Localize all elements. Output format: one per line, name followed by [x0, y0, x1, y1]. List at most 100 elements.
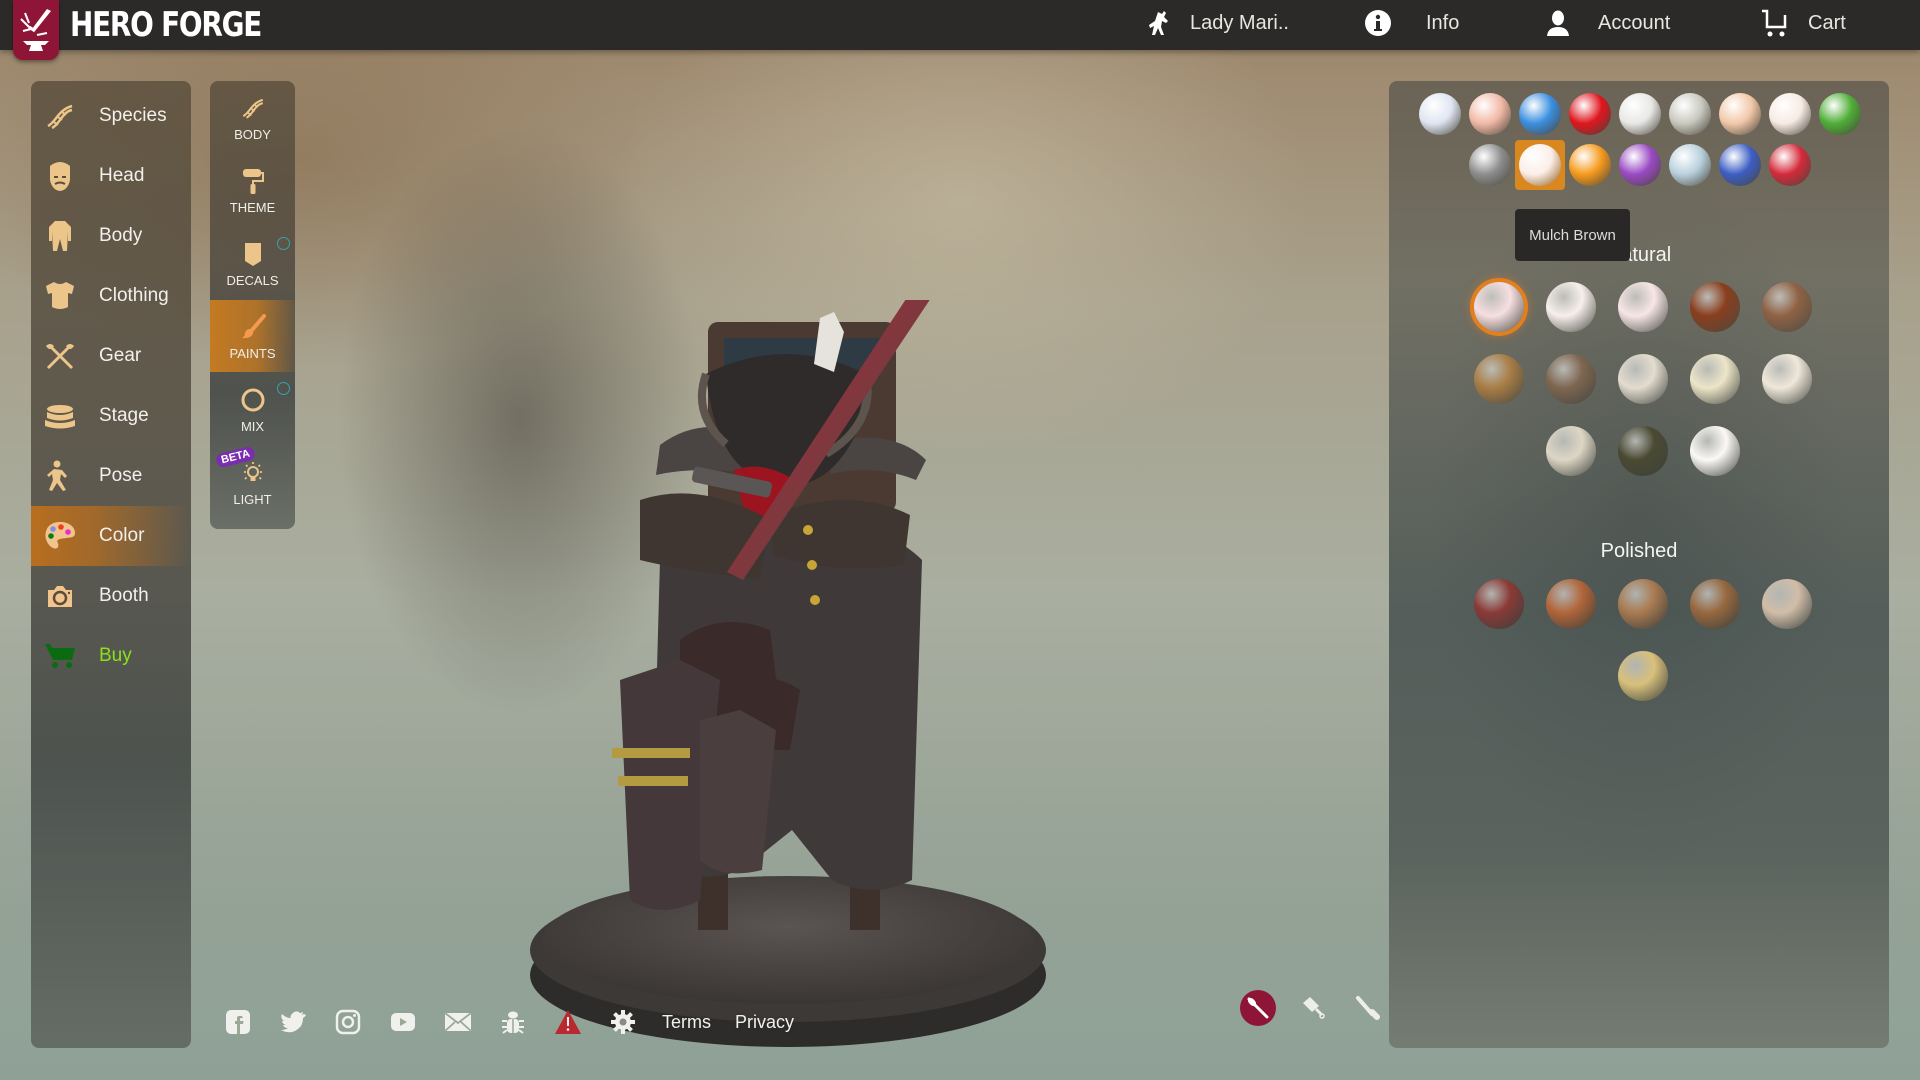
sub-item-label: DECALS: [226, 272, 279, 288]
menu-item-label: Buy: [99, 645, 132, 666]
camera-icon: [42, 578, 78, 614]
potions-icon: [1769, 144, 1811, 186]
paintbrush-tool-button[interactable]: [1240, 990, 1276, 1026]
swatch-tooltip: Mulch Brown: [1515, 209, 1630, 261]
paint-category-potions[interactable]: [1765, 140, 1815, 190]
twitter-icon[interactable]: [277, 1006, 309, 1038]
nav-cart[interactable]: Cart: [1760, 0, 1846, 46]
fabric-icon: [1419, 93, 1461, 135]
sub-item-label: LIGHT: [233, 491, 272, 507]
paint-swatch[interactable]: [1618, 579, 1668, 629]
hair-icon: [1769, 93, 1811, 135]
hero-figure-icon: [1146, 8, 1176, 38]
paint-category-dice[interactable]: [1565, 89, 1615, 139]
sub-item-paints[interactable]: PAINTS: [210, 300, 295, 372]
mail-icon[interactable]: [442, 1006, 474, 1038]
paint-swatch[interactable]: [1690, 579, 1740, 629]
paint-swatch[interactable]: [1690, 282, 1740, 332]
top-bar: HERO FORGE Lady Mari.. Info Account Cart: [0, 0, 1920, 60]
account-icon: [1544, 9, 1572, 37]
menu-item-label: Head: [99, 165, 145, 186]
paint-category-metal-silver[interactable]: [1615, 89, 1665, 139]
menu-item-label: Stage: [99, 405, 149, 426]
stone-icon: [1469, 144, 1511, 186]
paint-category-skin[interactable]: [1465, 89, 1515, 139]
menu-item-booth[interactable]: Booth: [31, 566, 191, 626]
pose-icon: [42, 458, 78, 494]
instagram-icon[interactable]: [332, 1006, 364, 1038]
menu-item-buy[interactable]: Buy: [31, 626, 191, 686]
paint-category-eye[interactable]: [1715, 140, 1765, 190]
sub-item-body[interactable]: BODY: [210, 81, 295, 153]
bug-icon[interactable]: [497, 1006, 529, 1038]
skin-icon: [1469, 93, 1511, 135]
eyedropper-tool-button[interactable]: [1350, 990, 1386, 1026]
mix-indicator-icon: [277, 382, 290, 395]
paint-category-bone[interactable]: [1665, 89, 1715, 139]
hero-forge-logo[interactable]: [13, 0, 59, 60]
menu-item-pose[interactable]: Pose: [31, 446, 191, 506]
paint-category-hair[interactable]: [1765, 89, 1815, 139]
paint-swatch[interactable]: [1618, 651, 1668, 701]
paint-swatch[interactable]: [1618, 426, 1668, 476]
miniature-viewport[interactable]: [520, 270, 1080, 1060]
terms-link[interactable]: Terms: [662, 1012, 711, 1033]
facebook-icon[interactable]: [222, 1006, 254, 1038]
nav-hero-name[interactable]: Lady Mari..: [1146, 0, 1289, 46]
sub-item-light[interactable]: LIGHT BETA: [210, 445, 295, 518]
paint-swatch[interactable]: [1546, 579, 1596, 629]
decals-indicator-icon: [277, 237, 290, 250]
paint-category-hair-selected[interactable]: [1515, 140, 1565, 190]
sub-item-theme[interactable]: THEME: [210, 154, 295, 226]
privacy-link[interactable]: Privacy: [735, 1012, 794, 1033]
menu-item-color[interactable]: Color: [31, 506, 191, 566]
paint-category-fabric[interactable]: [1415, 89, 1465, 139]
menu-item-gear[interactable]: Gear: [31, 326, 191, 386]
warning-icon[interactable]: [552, 1006, 584, 1038]
paint-panel: Natural Polished: [1389, 81, 1889, 1048]
sub-item-decals[interactable]: DECALS: [210, 227, 295, 299]
paint-swatch[interactable]: [1690, 354, 1740, 404]
youtube-icon[interactable]: [387, 1006, 419, 1038]
settings-icon[interactable]: [607, 1006, 639, 1038]
eye-icon: [1719, 144, 1761, 186]
paint-category-glass[interactable]: [1665, 140, 1715, 190]
paint-swatch[interactable]: [1618, 282, 1668, 332]
decal-icon: [238, 239, 268, 269]
paint-swatch[interactable]: [1546, 426, 1596, 476]
sub-item-mix[interactable]: MIX: [210, 373, 295, 445]
paint-swatch[interactable]: [1546, 282, 1596, 332]
paint-swatch[interactable]: [1474, 579, 1524, 629]
nav-account[interactable]: Account: [1544, 0, 1670, 46]
paint-swatch[interactable]: [1762, 282, 1812, 332]
fire-icon: [1569, 144, 1611, 186]
menu-item-species[interactable]: Species: [31, 86, 191, 146]
paint-swatch[interactable]: [1690, 426, 1740, 476]
nav-info[interactable]: Info: [1364, 0, 1459, 46]
paint-category-fire[interactable]: [1565, 140, 1615, 190]
nav-cart-label: Cart: [1808, 11, 1846, 34]
paint-category-plant[interactable]: [1815, 89, 1865, 139]
paint-category-water[interactable]: [1515, 89, 1565, 139]
nav-account-label: Account: [1598, 11, 1671, 34]
paint-swatch[interactable]: [1474, 354, 1524, 404]
paint-swatch[interactable]: [1762, 579, 1812, 629]
nav-info-label: Info: [1426, 11, 1460, 34]
menu-item-body[interactable]: Body: [31, 206, 191, 266]
paint-swatch[interactable]: [1546, 354, 1596, 404]
paintbrush-icon: [238, 312, 268, 342]
paint-category-gem[interactable]: [1615, 140, 1665, 190]
paint-swatch[interactable]: [1618, 354, 1668, 404]
shopping-cart-icon: [42, 638, 78, 674]
paint-swatch[interactable]: [1474, 282, 1524, 332]
paint-category-stone[interactable]: [1465, 140, 1515, 190]
paint-swatch[interactable]: [1762, 354, 1812, 404]
crossed-axes-icon: [42, 338, 78, 374]
menu-item-clothing[interactable]: Clothing: [31, 266, 191, 326]
sub-item-label: BODY: [234, 126, 271, 142]
paint-category-wood[interactable]: [1715, 89, 1765, 139]
menu-item-head[interactable]: Head: [31, 146, 191, 206]
bucket-tool-button[interactable]: [1295, 990, 1331, 1026]
menu-item-stage[interactable]: Stage: [31, 386, 191, 446]
paintbrush-icon: [1247, 997, 1269, 1019]
